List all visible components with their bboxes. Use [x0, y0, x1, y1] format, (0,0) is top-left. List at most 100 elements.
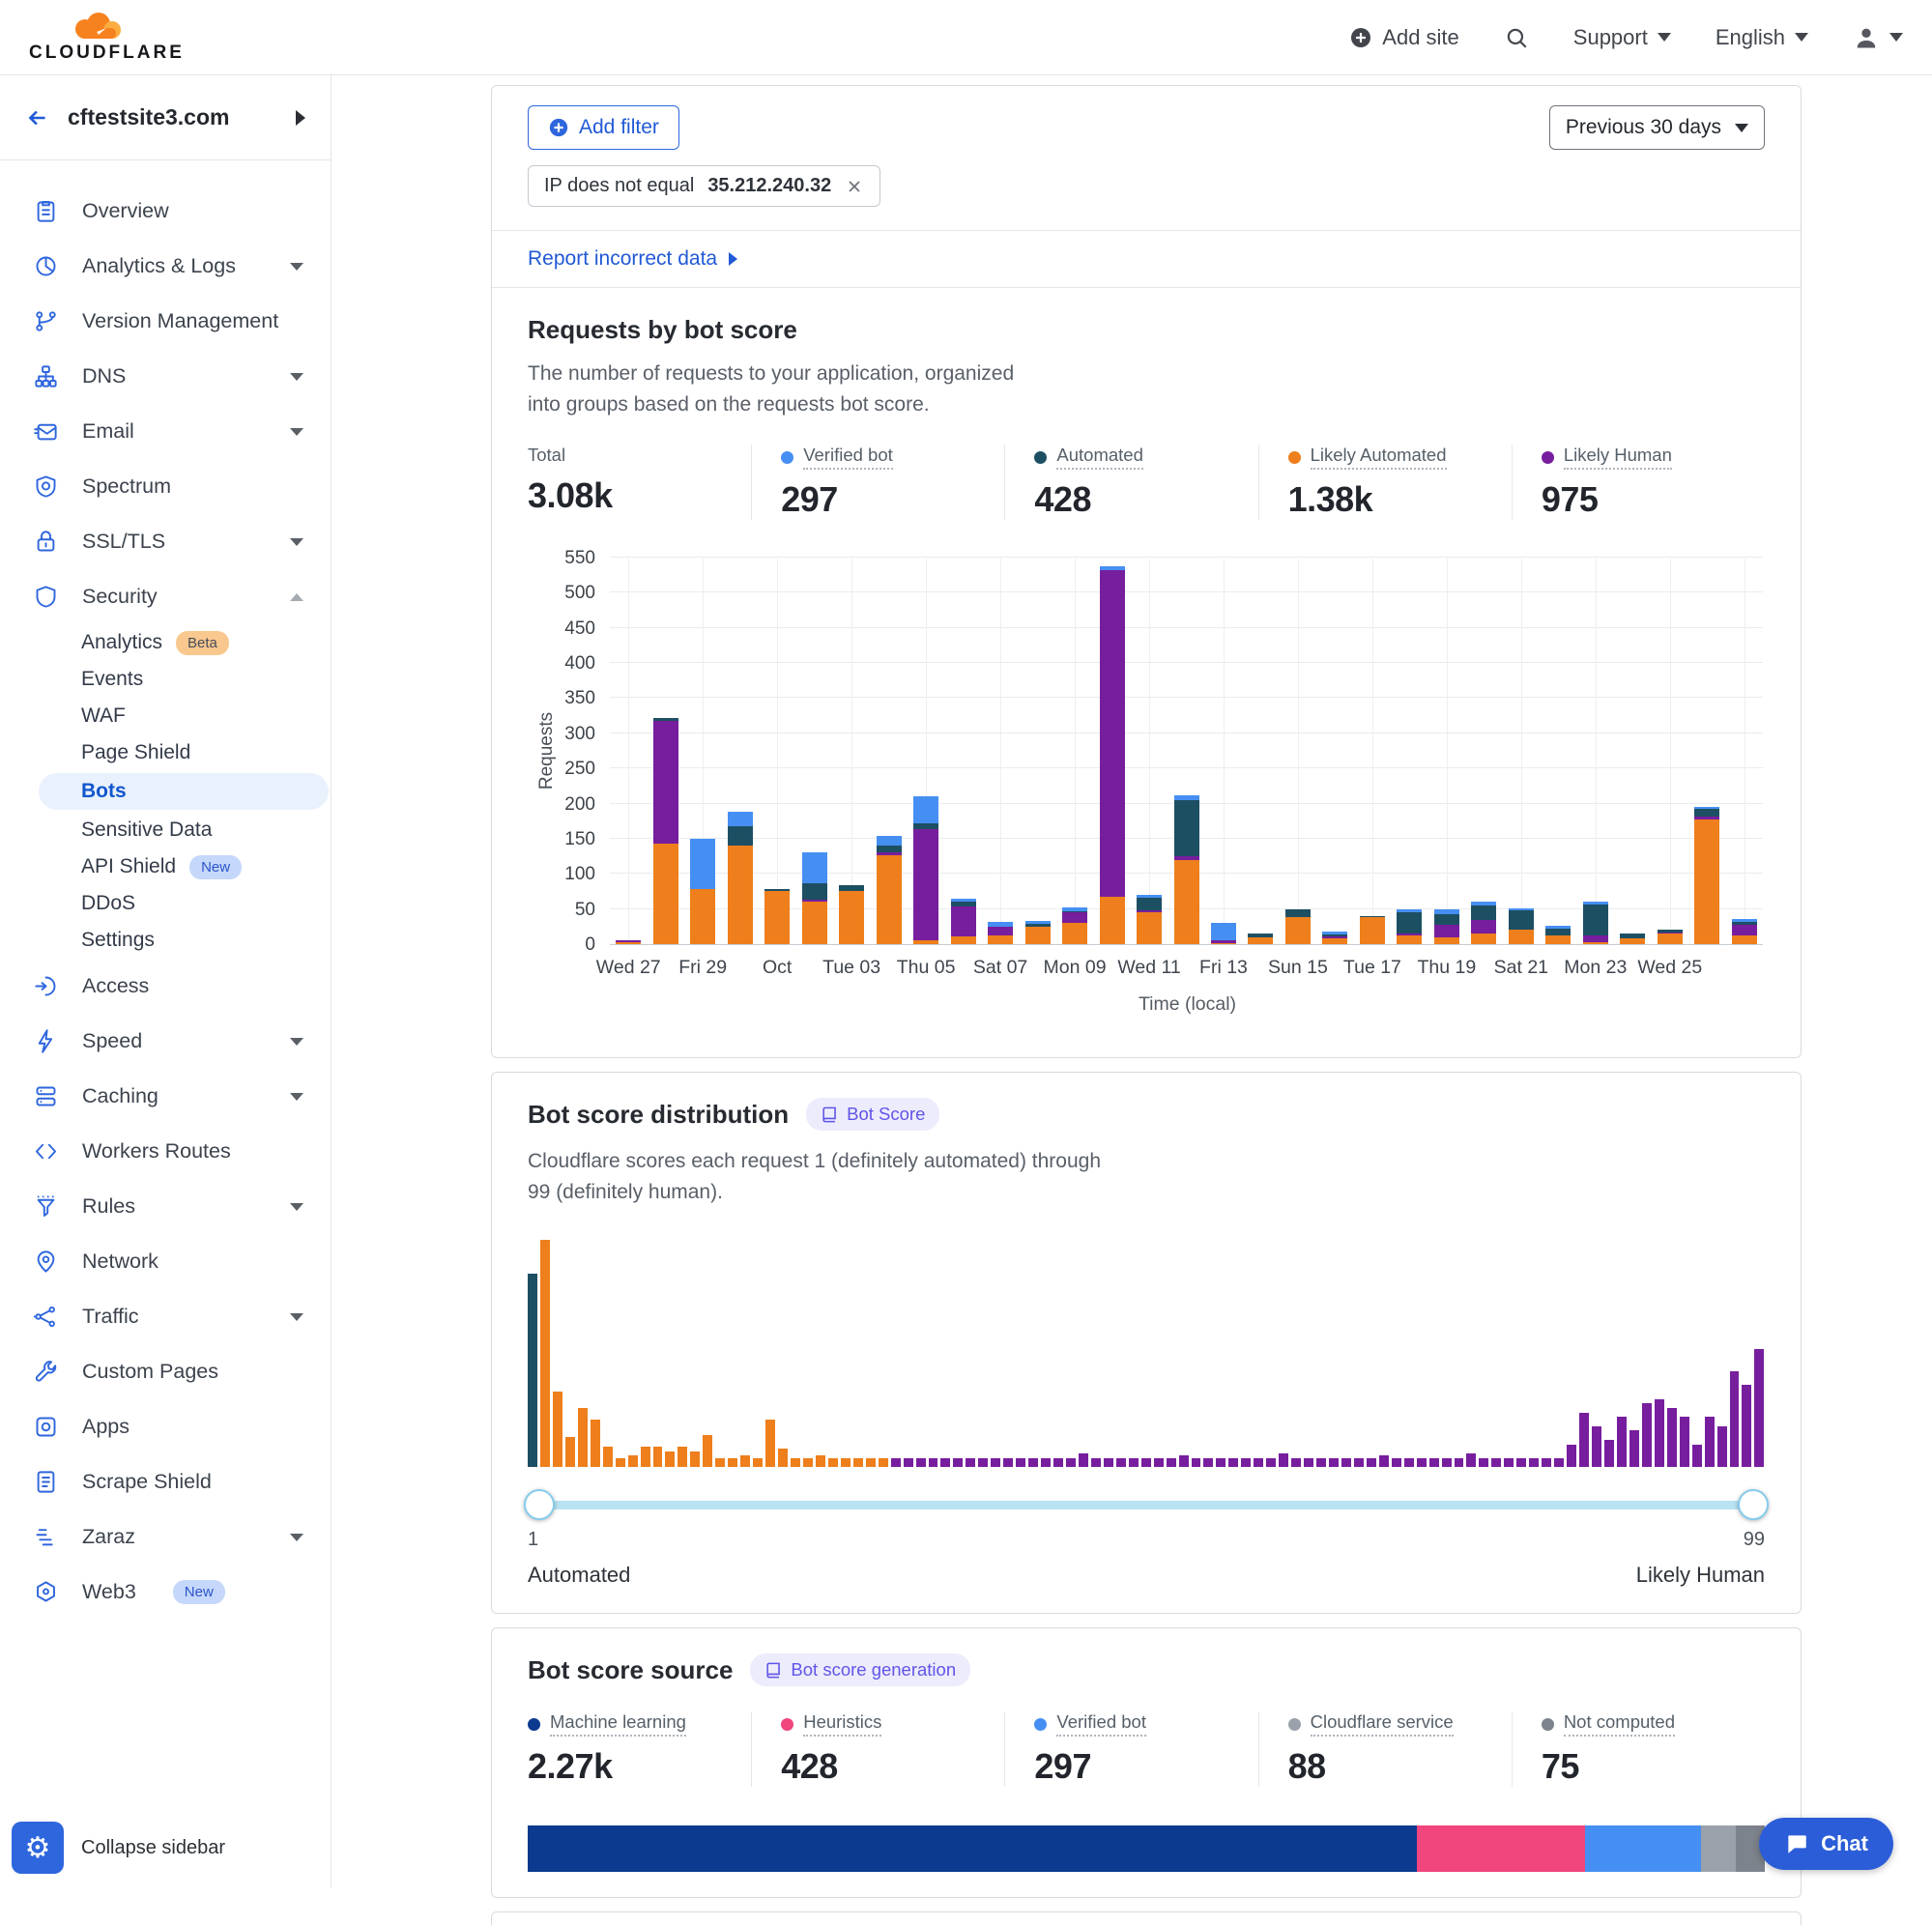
- language-menu[interactable]: English: [1716, 25, 1808, 50]
- stat-label[interactable]: Likely Human: [1564, 445, 1672, 470]
- chat-button[interactable]: Chat: [1759, 1818, 1893, 1870]
- requests-title: Requests by bot score: [528, 315, 1765, 345]
- histogram-bar: [1742, 1385, 1751, 1467]
- stacked-bar: [1100, 566, 1125, 944]
- report-incorrect-data-link[interactable]: Report incorrect data: [492, 230, 1801, 287]
- histogram-bar: [991, 1458, 1000, 1467]
- stat-label[interactable]: Machine learning: [550, 1711, 686, 1737]
- sidebar-item-rules[interactable]: Rules: [0, 1179, 331, 1234]
- sidebar-item-spectrum[interactable]: Spectrum: [0, 459, 331, 514]
- histogram-bar: [1179, 1455, 1189, 1467]
- sidebar-item-security[interactable]: Security: [0, 569, 331, 624]
- chevron-down-icon: [290, 428, 303, 436]
- next-card-stub: [491, 1911, 1802, 1925]
- bar-segment-likely-automated: [1100, 897, 1125, 944]
- slider-track[interactable]: [528, 1501, 1765, 1509]
- stat-label[interactable]: Cloudflare service: [1311, 1711, 1454, 1737]
- sidebar-item-analytics-logs[interactable]: Analytics & Logs: [0, 239, 331, 294]
- sidebar-item-web3[interactable]: Web3New: [0, 1565, 331, 1620]
- histogram-bar: [1455, 1458, 1464, 1467]
- histogram-bar: [1154, 1458, 1164, 1467]
- sidebar-item-workers-routes[interactable]: Workers Routes: [0, 1124, 331, 1179]
- legend-dot: [1542, 451, 1554, 464]
- sidebar-item-version-management[interactable]: Version Management: [0, 294, 331, 349]
- stacked-bar: [988, 922, 1013, 944]
- bar-segment-automated: [802, 883, 827, 900]
- sidebar-item-waf[interactable]: WAF: [0, 698, 331, 734]
- stat-label[interactable]: Likely Automated: [1311, 445, 1447, 470]
- histogram-bar: [916, 1458, 926, 1467]
- bar-slot: [944, 559, 981, 944]
- collapse-sidebar-button[interactable]: Collapse sidebar: [81, 1837, 225, 1859]
- arrow-right-icon: [729, 252, 737, 266]
- support-menu[interactable]: Support: [1573, 25, 1671, 50]
- sidebar-item-email[interactable]: Email: [0, 404, 331, 459]
- requests-stats: Total3.08kVerified bot297Automated428Lik…: [528, 445, 1765, 520]
- bot-score-generation-badge[interactable]: Bot score generation: [750, 1653, 970, 1686]
- bar-segment-likely-automated: [1397, 935, 1422, 944]
- stat-label[interactable]: Verified bot: [803, 445, 893, 470]
- sidebar-item-network[interactable]: Network: [0, 1234, 331, 1289]
- histogram-bar: [1617, 1417, 1627, 1467]
- bot-score-badge[interactable]: Bot Score: [806, 1098, 939, 1131]
- histogram-bar: [1266, 1458, 1276, 1467]
- histogram-bar: [1717, 1426, 1727, 1467]
- stat-value: 1.38k: [1288, 479, 1512, 520]
- sidebar-item-caching[interactable]: Caching: [0, 1069, 331, 1124]
- date-range-select[interactable]: Previous 30 days: [1549, 105, 1765, 150]
- add-filter-button[interactable]: Add filter: [528, 105, 679, 150]
- sidebar-item-apps[interactable]: Apps: [0, 1399, 331, 1454]
- slider-handle-min[interactable]: [524, 1489, 555, 1520]
- histogram-bar: [1291, 1458, 1301, 1467]
- sidebar-item-ssl-tls[interactable]: SSL/TLS: [0, 514, 331, 569]
- stacked-bar: [802, 852, 827, 944]
- legend-dot: [781, 451, 793, 464]
- x-tick-label: Fri 29: [678, 957, 727, 979]
- sidebar-item-page-shield[interactable]: Page Shield: [0, 734, 331, 771]
- stat-label[interactable]: Heuristics: [803, 1711, 881, 1737]
- sidebar-item-scrape-shield[interactable]: Scrape Shield: [0, 1454, 331, 1509]
- sidebar-item-bots[interactable]: Bots: [39, 773, 329, 810]
- stat-label[interactable]: Automated: [1056, 445, 1142, 470]
- stat-label[interactable]: Verified bot: [1056, 1711, 1146, 1737]
- slider-handle-max[interactable]: [1738, 1489, 1769, 1520]
- sidebar-item-custom-pages[interactable]: Custom Pages: [0, 1344, 331, 1399]
- cloudflare-logo[interactable]: CLOUDFLARE: [29, 11, 174, 64]
- sidebar-item-speed[interactable]: Speed: [0, 1014, 331, 1069]
- sidebar-item-events[interactable]: Events: [0, 661, 331, 698]
- legend-dot: [528, 1718, 540, 1731]
- sidebar-item-analytics[interactable]: AnalyticsBeta: [0, 624, 331, 661]
- bar-segment-likely-automated: [951, 936, 976, 944]
- histogram-bar: [528, 1274, 537, 1467]
- stat-label[interactable]: Not computed: [1564, 1711, 1675, 1737]
- chevron-down-icon: [290, 1203, 303, 1211]
- likely-human-end-label: Likely Human: [1636, 1563, 1765, 1588]
- histogram-bar: [879, 1458, 888, 1467]
- histogram-bar: [1542, 1458, 1551, 1467]
- sidebar-item-settings[interactable]: Settings: [0, 922, 331, 959]
- account-menu[interactable]: [1853, 24, 1903, 51]
- sidebar-item-dns[interactable]: DNS: [0, 349, 331, 404]
- sidebar-item-zaraz[interactable]: Zaraz: [0, 1509, 331, 1565]
- filter-chip[interactable]: IP does not equal 35.212.240.32: [528, 165, 880, 207]
- site-selector[interactable]: cftestsite3.com: [0, 75, 331, 160]
- legend-dot: [1288, 451, 1301, 464]
- stat-label-row: Likely Automated: [1288, 445, 1512, 470]
- sidebar-item-sensitive-data[interactable]: Sensitive Data: [0, 812, 331, 848]
- sidebar-item-overview[interactable]: Overview: [0, 184, 331, 239]
- add-site-button[interactable]: Add site: [1349, 25, 1459, 50]
- custom-pages-icon: [33, 1359, 59, 1385]
- sidebar-item-access[interactable]: Access: [0, 959, 331, 1014]
- bar-segment-likely-automated: [1025, 927, 1051, 944]
- sidebar-item-ddos[interactable]: DDoS: [0, 885, 331, 922]
- sidebar-item-api-shield[interactable]: API ShieldNew: [0, 848, 331, 885]
- histogram-bar: [1216, 1458, 1226, 1467]
- sidebar-item-traffic[interactable]: Traffic: [0, 1289, 331, 1344]
- search-button[interactable]: [1504, 25, 1529, 50]
- back-arrow-icon[interactable]: [25, 105, 50, 130]
- stat-cloudflare-service: Cloudflare service88: [1258, 1711, 1512, 1787]
- close-icon[interactable]: [845, 177, 864, 196]
- histogram-bar: [1228, 1458, 1238, 1467]
- bar-segment-likely-human: [1100, 570, 1125, 896]
- settings-gear-button[interactable]: ⚙: [12, 1822, 64, 1874]
